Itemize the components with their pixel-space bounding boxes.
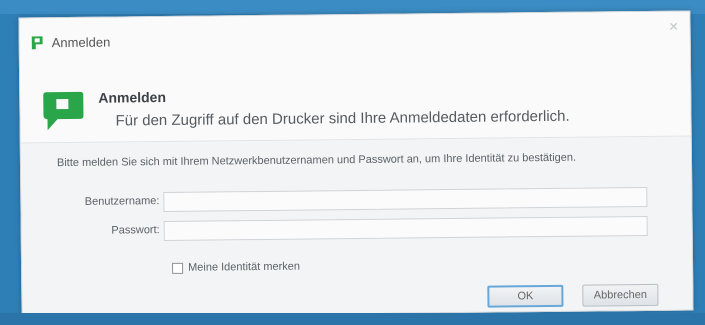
remember-checkbox[interactable] [172,262,184,274]
username-field[interactable] [164,188,647,213]
papercut-logo-icon [31,36,43,50]
password-field-box [163,215,648,242]
dialog-title: Anmelden [51,34,111,51]
remember-label: Meine Identität merken [188,260,301,274]
username-field-box [163,186,648,213]
login-dialog: Anmelden × Anmelden Für den Zugriff auf … [18,10,694,318]
header-title: Anmelden [98,88,167,106]
dialog-body: Bitte melden Sie sich mit Ihrem Netzwerk… [20,136,693,317]
ok-button[interactable]: OK [487,284,564,308]
instructions-text: Bitte melden Sie sich mit Ihrem Netzwerk… [56,151,577,170]
password-label: Passwort: [111,224,160,237]
cancel-button[interactable]: Abbrechen [582,283,659,307]
close-button[interactable]: × [666,19,682,36]
desktop-background-bottom [0,313,705,325]
dialog-header: Anmelden Für den Zugriff auf den Drucker… [19,55,691,144]
username-label: Benutzername: [84,195,160,208]
password-field[interactable] [164,217,647,242]
dialog-titlebar: Anmelden × [19,11,690,63]
papercut-logo-icon [40,90,84,132]
header-subtitle: Für den Zugriff auf den Drucker sind Ihr… [115,107,570,130]
remember-identity[interactable]: Meine Identität merken [172,261,300,274]
